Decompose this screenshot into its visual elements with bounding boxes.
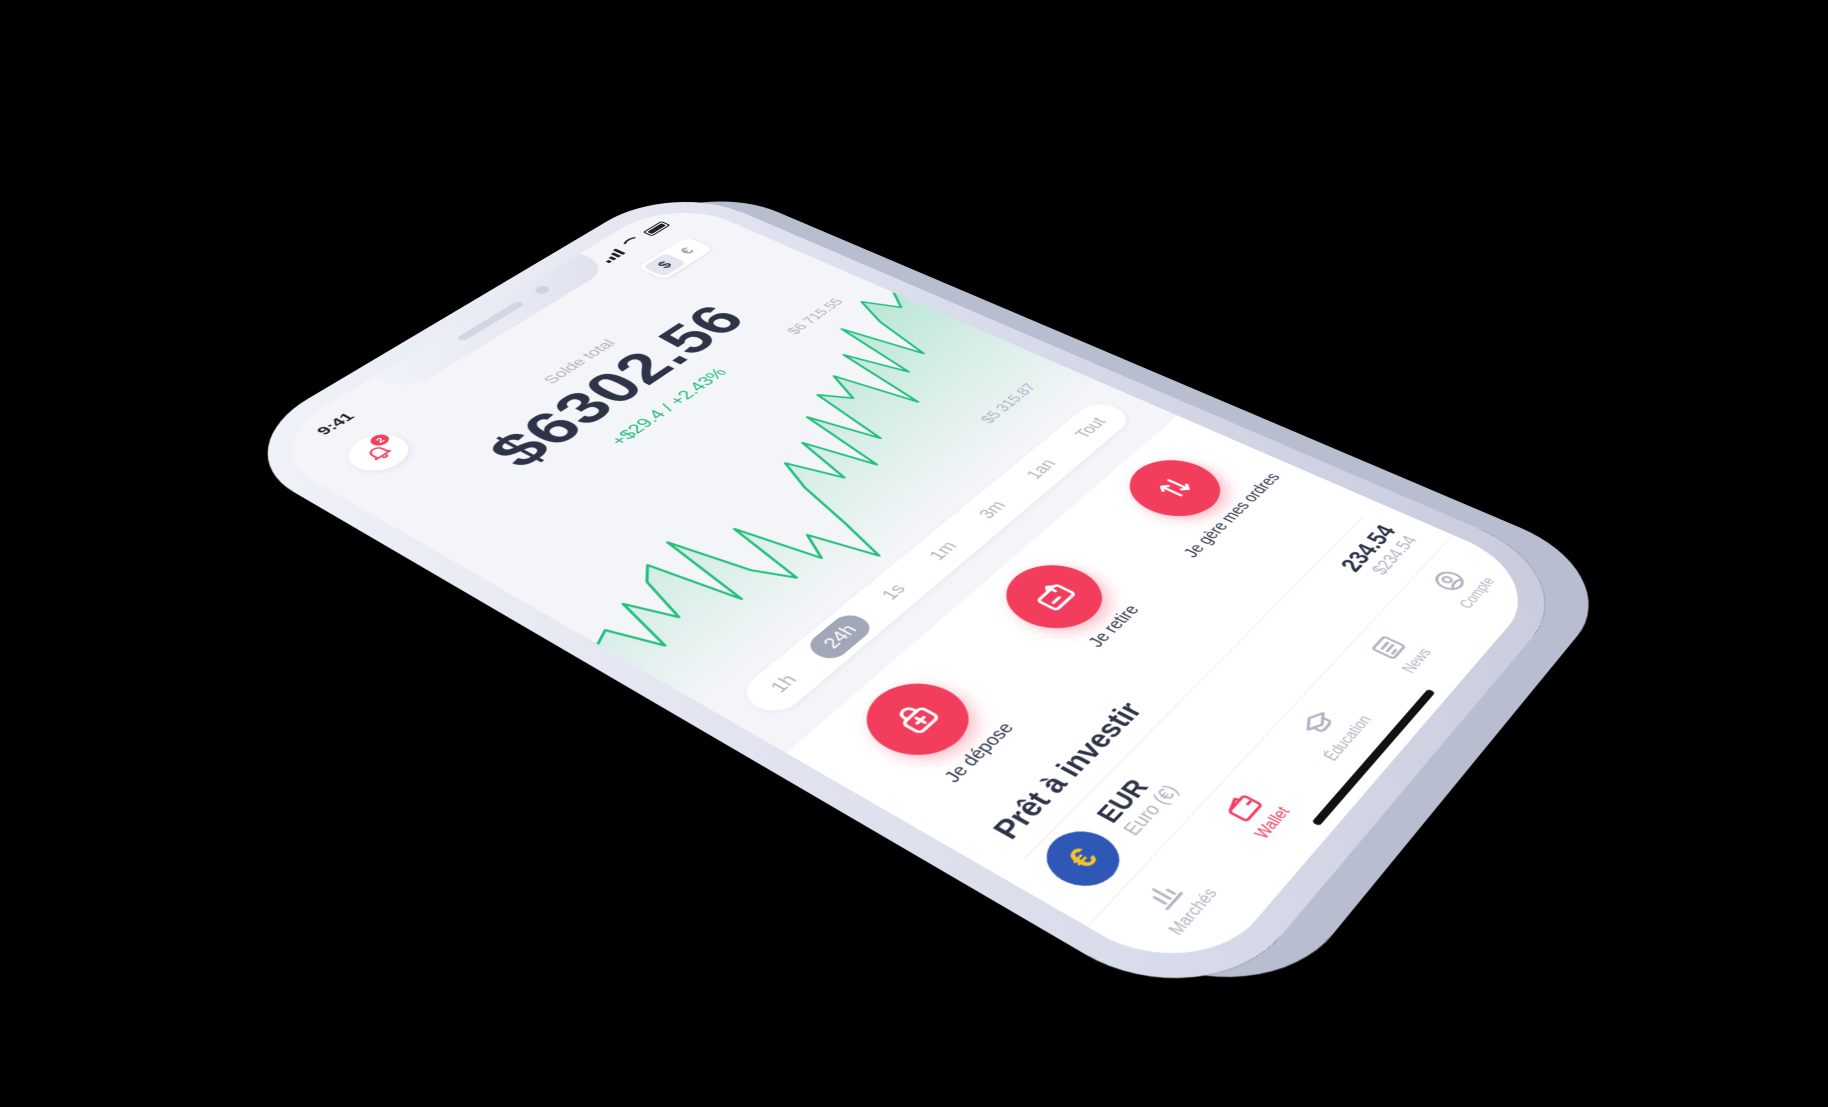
asset-names: EUR Euro (€) xyxy=(1089,766,1184,839)
phone-device: 9:41 2 $ € Solde total $6302.56 +$29.4 /… xyxy=(221,182,1586,1025)
tab-news[interactable]: News xyxy=(1363,629,1436,676)
deposit-icon xyxy=(887,697,949,741)
tab-markets[interactable]: Marchés xyxy=(1127,865,1222,939)
tab-account[interactable]: Compte xyxy=(1422,560,1500,612)
orders-icon xyxy=(1147,471,1202,505)
withdraw-icon xyxy=(1025,577,1083,616)
education-icon xyxy=(1294,706,1344,742)
tab-education[interactable]: Éducation xyxy=(1284,695,1376,764)
tab-wallet[interactable]: Wallet xyxy=(1214,784,1295,843)
asset-values: 234.54 $234.54 xyxy=(1334,521,1422,584)
account-icon xyxy=(1427,565,1473,596)
euro-coin-icon: € xyxy=(1032,820,1134,898)
phone-screen: 9:41 2 $ € Solde total $6302.56 +$29.4 /… xyxy=(256,197,1551,990)
news-icon xyxy=(1365,631,1413,664)
stage: 9:41 2 $ € Solde total $6302.56 +$29.4 /… xyxy=(0,0,1828,1107)
